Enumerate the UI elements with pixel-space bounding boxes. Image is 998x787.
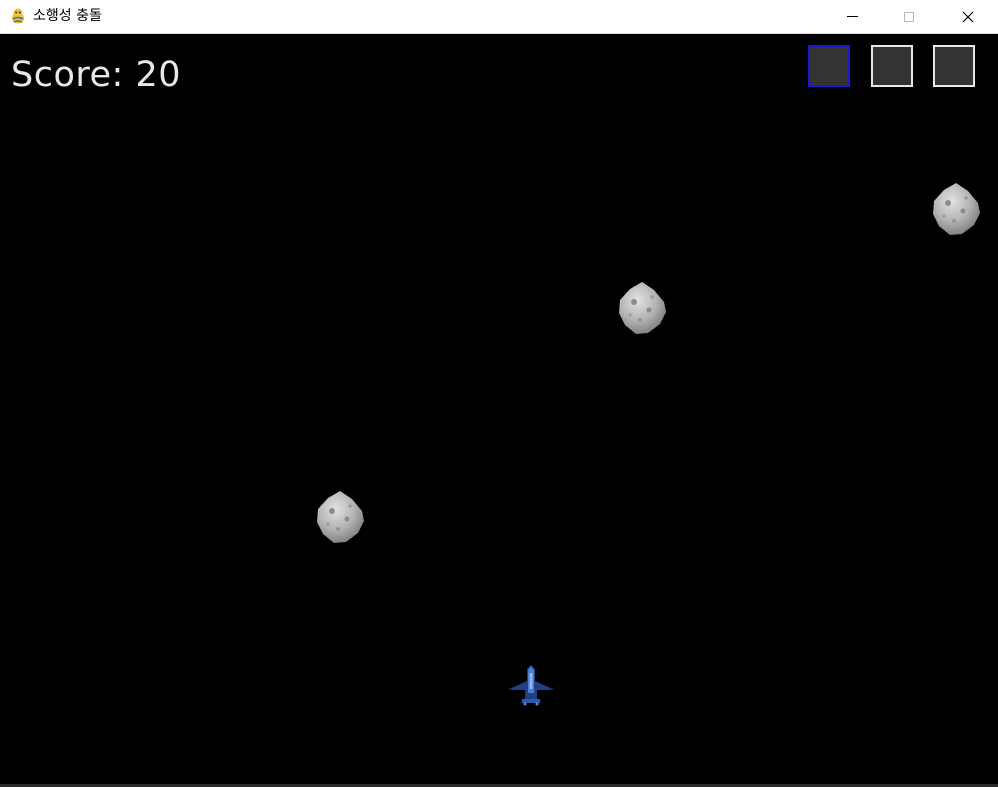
- inventory-slot-1: [808, 45, 850, 87]
- spaceship-player: [508, 665, 554, 706]
- asteroid-sprite: [317, 491, 364, 543]
- inventory-slot-3: [933, 45, 975, 87]
- minimize-button[interactable]: [829, 0, 875, 33]
- game-window: 소행성 충돌 Score: 20: [0, 0, 998, 787]
- asteroid-sprite: [933, 183, 980, 235]
- close-button[interactable]: [945, 0, 991, 33]
- pygame-snake-icon: [12, 8, 24, 24]
- game-canvas[interactable]: Score: 20: [0, 35, 998, 784]
- window-title: 소행성 충돌: [33, 8, 102, 24]
- close-icon: [962, 11, 974, 22]
- maximize-button[interactable]: [886, 0, 932, 33]
- asteroid-sprite: [619, 282, 666, 334]
- inventory-slot-2: [871, 45, 913, 87]
- score-display: Score: 20: [11, 55, 181, 95]
- minimize-icon: [846, 16, 858, 17]
- title-bar[interactable]: 소행성 충돌: [0, 0, 998, 34]
- maximize-icon: [904, 11, 914, 22]
